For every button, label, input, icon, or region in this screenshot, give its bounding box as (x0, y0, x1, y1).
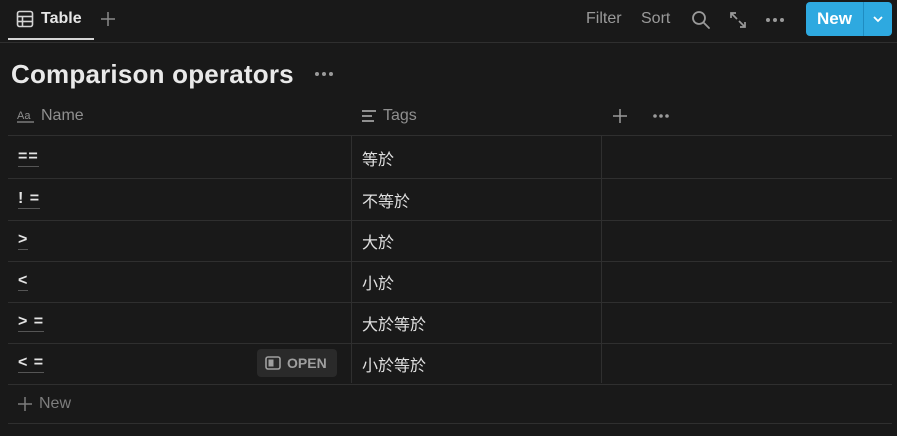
cell-name[interactable]: == (18, 137, 39, 178)
cell-name[interactable]: > (18, 220, 29, 261)
new-options-button[interactable] (864, 2, 892, 36)
cell-tags[interactable]: 大於等於 (362, 302, 426, 343)
more-horizontal-icon (766, 18, 784, 22)
table-row[interactable]: > 大於 (8, 220, 892, 262)
open-page-button[interactable]: OPEN (257, 349, 337, 377)
tab-table-label: Table (41, 10, 82, 27)
sort-button[interactable]: Sort (641, 10, 670, 28)
cell-name[interactable]: < = (18, 343, 45, 384)
expand-icon (730, 12, 746, 28)
title-more-button[interactable] (313, 64, 335, 84)
cell-name-text: > (18, 231, 29, 250)
list-lines-icon (362, 109, 376, 122)
add-view-button[interactable] (98, 7, 118, 31)
table-row[interactable]: < 小於 (8, 261, 892, 303)
table-icon (16, 10, 34, 28)
cell-name[interactable]: < (18, 261, 29, 302)
cell-name-text: < = (18, 354, 45, 373)
table-row[interactable]: ! = 不等於 (8, 179, 892, 221)
column-header-tags[interactable]: Tags (361, 96, 417, 135)
page-title: Comparison operators (11, 59, 294, 89)
search-icon (692, 11, 710, 29)
svg-text:Aa: Aa (17, 110, 31, 122)
chevron-down-icon (873, 16, 883, 23)
add-row-label: New (39, 395, 72, 412)
filter-button[interactable]: Filter (586, 10, 622, 28)
add-row-button[interactable]: New (8, 385, 892, 424)
cell-tags[interactable]: 大於 (362, 220, 394, 261)
table-row[interactable]: == 等於 (8, 137, 892, 179)
column-header-name-label: Name (41, 106, 84, 124)
open-page-label: OPEN (287, 355, 327, 371)
table-row[interactable]: > = 大於等於 (8, 302, 892, 344)
plus-icon (613, 108, 627, 123)
column-header-name[interactable]: Aa Name (17, 96, 84, 135)
column-more-button[interactable] (651, 96, 671, 135)
expand-button[interactable] (727, 9, 749, 31)
more-horizontal-icon (315, 72, 333, 76)
more-options-button[interactable] (764, 9, 786, 31)
open-panel-icon (265, 356, 281, 370)
cell-tags[interactable]: 不等於 (362, 179, 410, 220)
plus-icon (18, 397, 32, 411)
cell-tags[interactable]: 小於等於 (362, 343, 426, 384)
cell-name[interactable]: ! = (18, 179, 41, 220)
more-horizontal-icon (653, 113, 669, 118)
table-row[interactable]: < = OPEN 小於等於 (8, 343, 892, 385)
column-header-tags-label: Tags (383, 106, 417, 124)
new-button-group: New (806, 2, 892, 36)
cell-name-text: ! = (18, 190, 41, 209)
table-header: Aa Name Tags (8, 96, 892, 136)
cell-name[interactable]: > = (18, 302, 45, 343)
new-button[interactable]: New (806, 2, 863, 36)
add-column-button[interactable] (612, 96, 628, 135)
search-button[interactable] (690, 9, 712, 31)
cell-name-text: > = (18, 313, 45, 332)
top-toolbar: Table Filter Sort New (0, 0, 897, 43)
cell-name-text: < (18, 272, 29, 291)
plus-icon (101, 12, 115, 26)
cell-tags[interactable]: 等於 (362, 137, 394, 178)
tab-table[interactable]: Table (8, 0, 94, 40)
text-type-icon: Aa (17, 110, 34, 123)
cell-name-text: == (18, 148, 39, 167)
cell-tags[interactable]: 小於 (362, 261, 394, 302)
